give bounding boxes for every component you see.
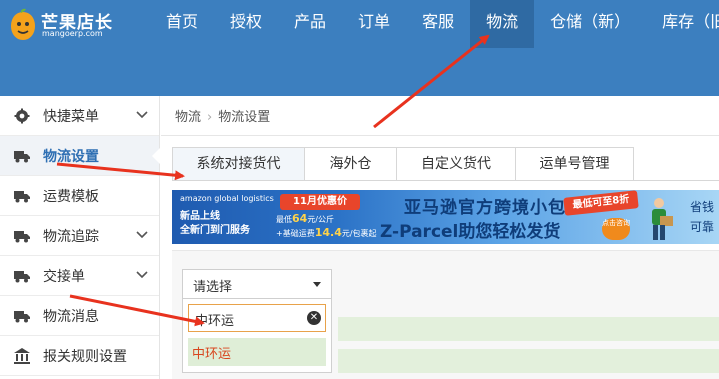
sidebar-item-label: 物流消息 bbox=[43, 309, 99, 325]
top-nav: 首页 授权 产品 订单 客服 物流 仓储（新） 库存（旧 bbox=[150, 0, 719, 48]
banner-subtitle: Z-Parcel助您轻松发货 bbox=[380, 222, 561, 242]
logo-url: mangoerp.com bbox=[42, 29, 103, 38]
price2-suffix: 元/包裹起 bbox=[341, 229, 377, 238]
price2-value: 14.4 bbox=[314, 226, 342, 239]
app-logo[interactable]: 芒果店长 mangoerp.com bbox=[8, 6, 118, 42]
sidebar-item-logistics-tracking[interactable]: 物流追踪 bbox=[0, 216, 159, 256]
sidebar-item-label: 交接单 bbox=[43, 269, 85, 285]
table-row bbox=[338, 349, 719, 373]
banner-discount-tag: 最低可至8折 bbox=[563, 190, 639, 216]
sidebar-item-quick-menu[interactable]: 快捷菜单 bbox=[0, 96, 159, 136]
tab-system-forwarders[interactable]: 系统对接货代 bbox=[172, 147, 305, 181]
price1-value: 64 bbox=[292, 212, 308, 225]
truck-icon bbox=[14, 191, 30, 203]
nav-item-products[interactable]: 产品 bbox=[278, 0, 342, 48]
tab-custom-forwarders[interactable]: 自定义货代 bbox=[397, 147, 516, 181]
breadcrumb-root[interactable]: 物流 bbox=[175, 110, 201, 125]
nav-item-home[interactable]: 首页 bbox=[150, 0, 214, 48]
forwarder-select[interactable]: 请选择 bbox=[182, 269, 332, 299]
caret-down-icon bbox=[313, 282, 321, 287]
mango-logo-icon bbox=[11, 8, 35, 40]
select-dropdown: 中环运 ✕ 中环运 bbox=[182, 299, 332, 373]
price2-prefix: +基础运费 bbox=[276, 229, 315, 238]
nav-item-inventory-old[interactable]: 库存（旧 bbox=[646, 0, 719, 48]
sidebar: 快捷菜单 物流设置 运费模板 物流追踪 交接单 物流消息 报关规则设置 bbox=[0, 96, 160, 379]
chevron-down-icon bbox=[136, 271, 148, 279]
banner-price-line1: 最低64元/公斤 bbox=[276, 212, 334, 225]
bank-icon bbox=[14, 348, 30, 364]
sidebar-item-handover-sheet[interactable]: 交接单 bbox=[0, 256, 159, 296]
clear-icon[interactable]: ✕ bbox=[307, 311, 321, 325]
tab-tracking-number-management[interactable]: 运单号管理 bbox=[516, 147, 634, 181]
delivery-person-icon bbox=[652, 198, 673, 240]
main-content: 物流 › 物流设置 系统对接货代 海外仓 自定义货代 运单号管理 amazon gl… bbox=[161, 96, 719, 379]
sidebar-item-label: 快捷菜单 bbox=[43, 109, 99, 125]
breadcrumb-separator: › bbox=[207, 110, 213, 125]
nav-item-warehouse-new[interactable]: 仓储（新） bbox=[534, 0, 646, 48]
table-row bbox=[338, 317, 719, 341]
top-header: 芒果店长 mangoerp.com 首页 授权 产品 订单 客服 物流 仓储（新… bbox=[0, 0, 719, 96]
nav-item-authorization[interactable]: 授权 bbox=[214, 0, 278, 48]
sidebar-item-label: 物流设置 bbox=[43, 149, 99, 165]
truck-icon bbox=[14, 271, 30, 283]
banner-consult-button[interactable]: 点击咨询 bbox=[602, 218, 630, 240]
sidebar-item-label: 报关规则设置 bbox=[43, 349, 127, 365]
select-value: 请选择 bbox=[193, 280, 233, 295]
forwarder-panel: 请选择 中环运 ✕ 中环运 bbox=[172, 250, 719, 379]
truck-icon bbox=[14, 311, 30, 323]
promo-banner[interactable]: amazon global logistics 新品上线 全新门到门服务 11月… bbox=[172, 190, 719, 244]
breadcrumb: 物流 › 物流设置 bbox=[161, 96, 719, 136]
tab-bar: 系统对接货代 海外仓 自定义货代 运单号管理 bbox=[172, 147, 634, 181]
dropdown-option[interactable]: 中环运 bbox=[188, 338, 326, 366]
dropdown-search-input[interactable]: 中环运 ✕ bbox=[188, 304, 326, 332]
gear-icon bbox=[14, 108, 30, 124]
chevron-down-icon bbox=[136, 111, 148, 119]
search-value: 中环运 bbox=[195, 314, 235, 329]
active-marker bbox=[152, 148, 160, 164]
banner-title: 亚马逊官方跨境小包 bbox=[404, 198, 566, 218]
banner-line1: 新品上线 bbox=[180, 211, 220, 222]
sidebar-item-label: 运费模板 bbox=[43, 189, 99, 205]
banner-price-line2: +基础运费14.4元/包裹起 bbox=[276, 226, 377, 239]
sidebar-item-customs-rules[interactable]: 报关规则设置 bbox=[0, 336, 159, 376]
tab-divider bbox=[172, 180, 719, 181]
banner-promo-badge: 11月优惠价 bbox=[280, 194, 360, 210]
breadcrumb-current: 物流设置 bbox=[218, 110, 271, 125]
tab-overseas-warehouse[interactable]: 海外仓 bbox=[305, 147, 397, 181]
price1-prefix: 最低 bbox=[276, 215, 292, 224]
sidebar-item-logistics-messages[interactable]: 物流消息 bbox=[0, 296, 159, 336]
nav-item-customer-service[interactable]: 客服 bbox=[406, 0, 470, 48]
truck-icon bbox=[14, 151, 30, 163]
chevron-down-icon bbox=[136, 231, 148, 239]
sidebar-item-shipping-template[interactable]: 运费模板 bbox=[0, 176, 159, 216]
banner-right-text-2: 可靠 bbox=[690, 220, 715, 234]
sidebar-item-logistics-settings[interactable]: 物流设置 bbox=[0, 136, 160, 176]
price1-suffix: 元/公斤 bbox=[307, 215, 335, 224]
banner-right-text-1: 省钱 bbox=[690, 200, 715, 214]
nav-item-logistics[interactable]: 物流 bbox=[470, 0, 535, 48]
truck-icon bbox=[14, 231, 30, 243]
banner-brand: amazon global logistics bbox=[180, 194, 274, 203]
sidebar-item-label: 物流追踪 bbox=[43, 229, 99, 245]
banner-line2: 全新门到门服务 bbox=[180, 225, 250, 236]
nav-item-orders[interactable]: 订单 bbox=[342, 0, 406, 48]
